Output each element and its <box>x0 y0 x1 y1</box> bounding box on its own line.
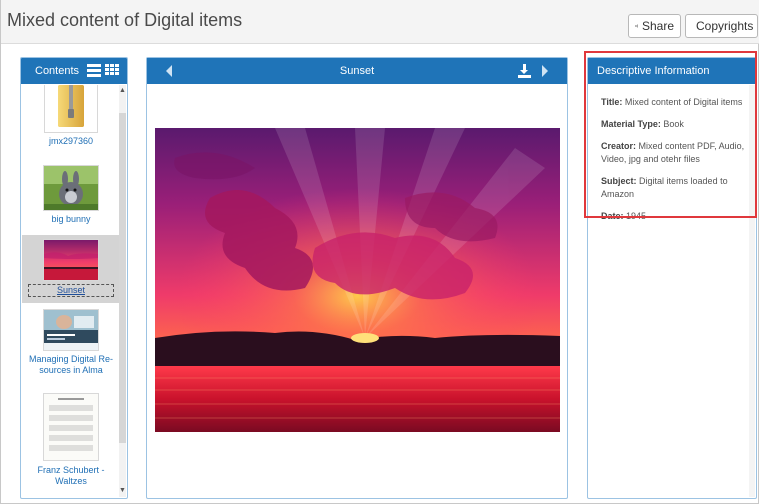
view-toggle <box>87 64 119 77</box>
thumbnail-item-sunset[interactable]: Sunset <box>22 235 120 303</box>
viewer-title: Sunset <box>339 65 375 77</box>
copyrights-button[interactable]: Copyrights <box>685 14 758 38</box>
contents-header: Contents <box>21 58 127 84</box>
thumbnail-label: Franz Schubert - Waltzes <box>37 465 105 486</box>
download-icon[interactable] <box>518 64 531 78</box>
scroll-up-icon[interactable]: ▲ <box>119 87 126 95</box>
page-header: Mixed content of Digital items Share Cop… <box>1 0 759 44</box>
descriptive-info-title: Descriptive Information <box>597 65 710 77</box>
info-scrollbar[interactable] <box>749 85 755 497</box>
video-thumbnail <box>43 165 99 211</box>
grid-view-icon[interactable] <box>105 64 119 77</box>
info-row-date: Date: 1945 <box>601 210 746 223</box>
sunset-image <box>155 128 560 432</box>
info-row-material-type: Material Type: Book <box>601 118 746 131</box>
info-field-label: Date: <box>601 211 624 221</box>
thumbnail-label: Sunset <box>28 284 114 297</box>
info-field-label: Creator: <box>601 141 637 151</box>
info-field-value: Mixed content of Digital items <box>624 97 743 107</box>
zip-folder-icon <box>44 85 98 133</box>
scrollbar-thumb[interactable] <box>119 113 126 443</box>
presentation-thumbnail <box>43 309 99 351</box>
descriptive-info-panel: Descriptive Information Title: Mixed con… <box>587 57 757 499</box>
info-field-label: Subject: <box>601 176 637 186</box>
scroll-down-icon[interactable]: ▼ <box>119 487 126 495</box>
thumbnail-label: Managing Digital Re- sources in Alma <box>28 354 114 375</box>
thumbnail-item-jmx297360[interactable]: jmx297360 <box>22 85 120 147</box>
info-field-label: Title: <box>601 97 623 107</box>
share-button[interactable]: Share <box>628 14 681 38</box>
copyrights-label: Copyrights <box>696 19 754 33</box>
thumbnail-label: big bunny <box>51 214 91 224</box>
thumbnail-list: jmx297360 big bunny Sunset Managing Digi… <box>22 85 120 497</box>
page: Mixed content of Digital items Share Cop… <box>0 0 759 504</box>
thumbnail-item-big-bunny[interactable]: big bunny <box>22 165 120 225</box>
list-view-icon[interactable] <box>87 64 101 77</box>
contents-scrollbar[interactable]: ▲ ▼ <box>119 85 126 497</box>
info-field-value: Book <box>663 119 684 129</box>
info-field-value: 1945 <box>626 211 647 221</box>
image-thumbnail <box>43 239 99 281</box>
thumbnail-label: jmx297360 <box>48 136 94 146</box>
chevron-left-icon[interactable] <box>166 65 172 77</box>
share-icon <box>635 24 638 28</box>
share-label: Share <box>641 19 674 33</box>
thumbnail-item-franz-schubert-waltzes[interactable]: Franz Schubert - Waltzes <box>22 393 120 487</box>
viewer-header: Sunset <box>147 58 567 84</box>
sheet-music-thumbnail <box>43 393 99 461</box>
info-field-label: Material Type: <box>601 119 661 129</box>
info-row-subject: Subject: Digital items loaded to Amazon <box>601 175 746 201</box>
contents-panel: Contents jmx297360 big bunny Sunset Mana… <box>20 57 128 499</box>
viewer-panel: Sunset <box>146 57 568 499</box>
page-title: Mixed content of Digital items <box>7 10 243 30</box>
descriptive-info-header: Descriptive Information <box>588 58 756 84</box>
info-row-title: Title: Mixed content of Digital items <box>601 96 746 109</box>
chevron-right-icon[interactable] <box>542 65 548 77</box>
info-row-creator: Creator: Mixed content PDF, Audio, Video… <box>601 140 746 166</box>
descriptive-info-body: Title: Mixed content of Digital items Ma… <box>588 84 756 223</box>
contents-title: Contents <box>35 65 80 77</box>
thumbnail-item-managing-digital-resources[interactable]: Managing Digital Re- sources in Alma <box>22 309 120 376</box>
